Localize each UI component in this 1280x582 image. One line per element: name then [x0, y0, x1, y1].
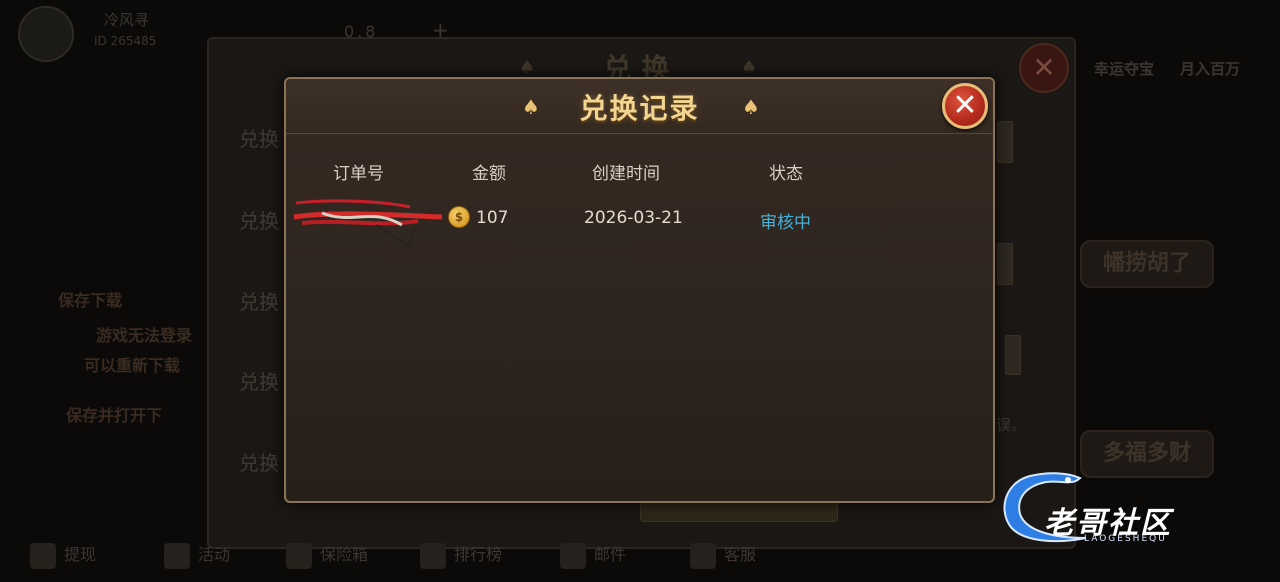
record-amount: 107 [476, 208, 509, 228]
coin-icon: $ [448, 206, 470, 228]
dialog-header: ♠ 兑换记录 ♠ [286, 79, 993, 134]
player-name: 冷风寻 [104, 11, 150, 29]
ranking-icon [420, 542, 446, 569]
promo-line: 保存下载 [58, 291, 123, 310]
promo-line: 可以重新下载 [84, 356, 181, 375]
promo-line: 游戏无法登录 [96, 326, 193, 345]
nav-label: 提现 [64, 545, 97, 564]
nav-withdraw[interactable]: 提现 [30, 541, 96, 569]
nav-label: 邮件 [594, 545, 627, 564]
nav-service[interactable]: 客服 [690, 541, 756, 569]
watermark-subtext: LAOGESHEQU [1084, 534, 1167, 544]
spade-icon: ♠ [741, 57, 758, 78]
column-header-status: 状态 [769, 164, 803, 184]
record-created-time: 2026-03-21 [584, 208, 683, 228]
lucky-treasure-button[interactable]: 幸运夺宝 [1094, 58, 1154, 79]
watermark-logo: 老哥社区 LAOGESHEQU [996, 468, 1266, 548]
nav-label: 客服 [724, 545, 757, 564]
exchange-close-icon[interactable]: ✕ [1019, 43, 1069, 93]
column-header-order-no: 订单号 [333, 164, 384, 184]
service-icon [690, 542, 716, 569]
nav-label: 活动 [198, 545, 231, 564]
column-header-amount: 金额 [472, 164, 506, 184]
monthly-million-button[interactable]: 月入百万 [1180, 58, 1240, 79]
player-id: ID 265485 [94, 34, 157, 48]
nav-ranking[interactable]: 排行榜 [420, 541, 502, 569]
exchange-confirm-button[interactable] [640, 500, 838, 522]
close-button[interactable]: ✕ [942, 83, 988, 129]
record-status: 审核中 [760, 213, 811, 233]
promo-line: 保存并打开下 [66, 406, 163, 425]
exchange-hint: 误。 [996, 416, 1027, 434]
safe-icon [286, 542, 312, 569]
nav-safe[interactable]: 保险箱 [286, 541, 368, 569]
nav-label: 保险箱 [320, 545, 369, 564]
game-tile[interactable]: 幡捞胡了 [1080, 240, 1214, 288]
nav-mail[interactable]: 邮件 [560, 541, 626, 569]
activity-icon [164, 542, 190, 569]
exchange-record-dialog: ♠ 兑换记录 ♠ ✕ 订单号 金额 创建时间 状态 $ 107 2026-03-… [284, 77, 995, 503]
spade-icon: ♠ [742, 95, 760, 119]
mail-icon [560, 542, 586, 569]
column-header-created-time: 创建时间 [592, 164, 660, 184]
redacted-order-no [293, 199, 442, 249]
player-avatar[interactable] [18, 6, 74, 62]
exchange-field[interactable] [997, 243, 1013, 285]
nav-activity[interactable]: 活动 [164, 541, 230, 569]
nav-label: 排行榜 [454, 545, 503, 564]
exchange-field[interactable] [1005, 335, 1021, 375]
exchange-field[interactable] [997, 121, 1013, 163]
dialog-title: 兑换记录 [579, 92, 700, 125]
withdraw-icon [30, 542, 56, 569]
